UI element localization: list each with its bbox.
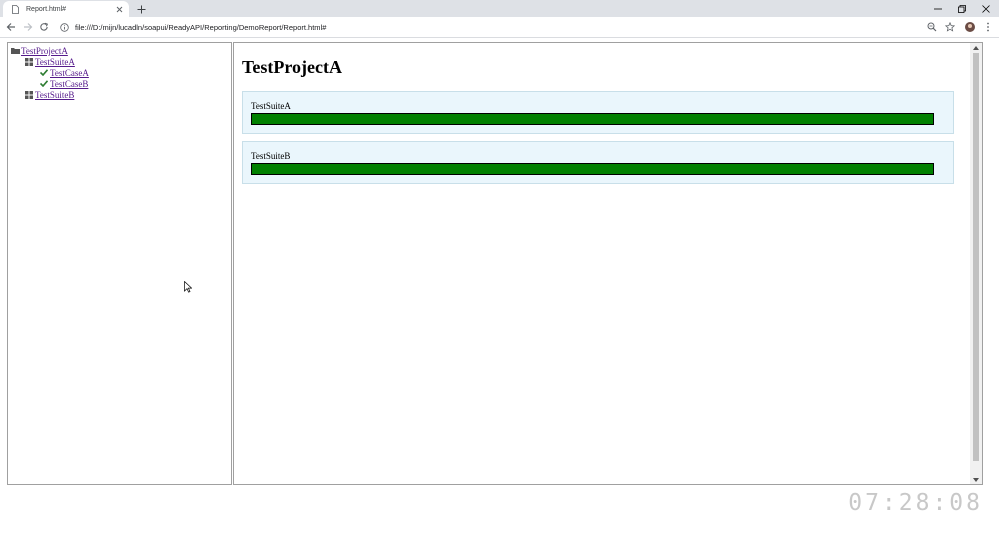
suite-grid-icon (25, 57, 34, 66)
clock-overlay: 07:28:08 (848, 490, 983, 516)
tree-link-project[interactable]: TestProjectA (21, 46, 68, 56)
tree-link-suite[interactable]: TestSuiteA (35, 57, 75, 67)
reload-icon[interactable] (38, 21, 50, 33)
browser-tab[interactable]: Report.html# (3, 1, 129, 17)
tree-node-suite: TestSuiteA (11, 56, 89, 67)
zoom-icon[interactable] (925, 20, 939, 34)
info-icon[interactable] (60, 22, 69, 32)
tree-node-case: TestCaseA (11, 67, 89, 78)
browser-tab-strip: Report.html# (0, 0, 999, 17)
tab-title: Report.html# (26, 5, 67, 13)
tree-node-suite: TestSuiteB (11, 89, 89, 100)
minimize-icon[interactable] (927, 0, 949, 17)
close-window-icon[interactable] (975, 0, 997, 17)
restore-icon[interactable] (951, 0, 973, 17)
back-arrow-icon[interactable] (5, 21, 17, 33)
mouse-cursor-icon (184, 281, 192, 293)
address-bar[interactable]: file:///D:/mijn/lucadln/soapui/ReadyAPI/… (57, 19, 957, 35)
suite-progress-bar (251, 163, 934, 175)
suite-grid-icon (25, 90, 34, 99)
check-icon (40, 80, 49, 88)
menu-dots-icon[interactable] (981, 20, 995, 34)
bookmark-star-icon[interactable] (943, 20, 957, 34)
suite-progress-bar (251, 113, 934, 125)
suite-progress-fill (252, 114, 933, 124)
check-icon (40, 69, 49, 77)
browser-toolbar: file:///D:/mijn/lucadln/soapui/ReadyAPI/… (0, 17, 999, 38)
profile-avatar[interactable] (963, 20, 977, 34)
navigation-pane: TestProjectA TestSuiteA TestCaseA TestCa… (7, 42, 232, 485)
page-title: TestProjectA (242, 57, 342, 77)
suite-name: TestSuiteB (251, 151, 291, 161)
page-icon (12, 4, 19, 14)
tree-node-project: TestProjectA (11, 45, 89, 56)
close-tab-icon[interactable] (114, 4, 124, 14)
url-text: file:///D:/mijn/lucadln/soapui/ReadyAPI/… (75, 22, 327, 32)
suite-name: TestSuiteA (251, 101, 291, 111)
scroll-down-arrow-icon[interactable] (973, 477, 979, 482)
suite-progress-fill (252, 164, 933, 174)
tree-link-suite[interactable]: TestSuiteB (35, 90, 74, 100)
folder-icon (11, 47, 20, 55)
new-tab-icon[interactable] (135, 3, 147, 15)
tree-link-case[interactable]: TestCaseB (50, 79, 88, 89)
report-tree: TestProjectA TestSuiteA TestCaseA TestCa… (11, 45, 89, 100)
scroll-up-arrow-icon[interactable] (973, 45, 979, 50)
forward-arrow-icon[interactable] (22, 21, 34, 33)
vertical-scrollbar[interactable] (970, 43, 982, 484)
tree-link-case[interactable]: TestCaseA (50, 68, 89, 78)
suite-panel[interactable]: TestSuiteA (242, 91, 954, 134)
scrollbar-thumb[interactable] (973, 53, 979, 461)
report-main-pane: TestProjectA TestSuiteA TestSuiteB (233, 42, 983, 485)
tree-node-case: TestCaseB (11, 78, 89, 89)
suite-panel[interactable]: TestSuiteB (242, 141, 954, 184)
